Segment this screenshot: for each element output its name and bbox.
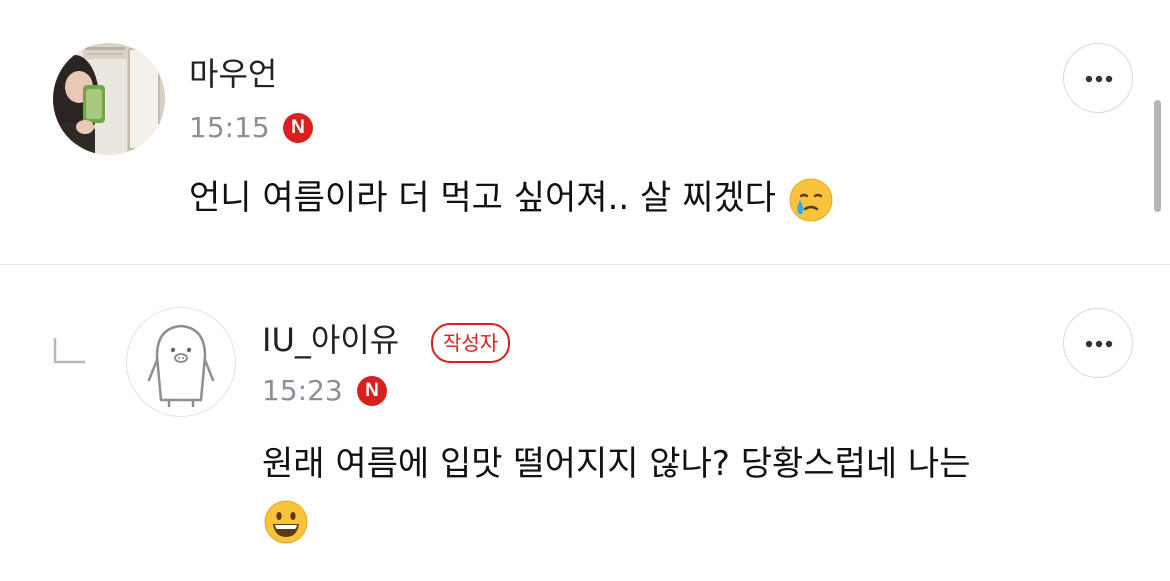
grinning-face-icon — [264, 500, 308, 543]
user-avatar[interactable] — [53, 43, 165, 155]
reply-author-name[interactable]: IU_아이유 — [262, 320, 399, 360]
author-badge: 작성자 — [431, 323, 511, 363]
comment-text: 언니 여름이라 더 먹고 싶어져.. 살 찌겠다 — [189, 170, 1089, 226]
comment-body: 언니 여름이라 더 먹고 싶어져.. 살 찌겠다 — [189, 178, 776, 218]
network-badge-icon: N — [283, 113, 313, 143]
comment-item: 마우언 15:15 N 언니 여름이라 더 먹고 싶어져.. 살 찌겠다 — [0, 0, 1170, 264]
reply-body: 원래 여름에 입맛 떨어지지 않나? 당황스럽네 나는 — [262, 444, 971, 484]
crying-face-icon — [789, 178, 833, 221]
reply-arrow-icon — [53, 338, 85, 364]
more-horizontal-icon — [1085, 75, 1113, 83]
comment-thread: 마우언 15:15 N 언니 여름이라 더 먹고 싶어져.. 살 찌겠다 IU_… — [0, 0, 1170, 581]
network-badge-icon: N — [357, 376, 387, 406]
reply-more-options-button[interactable] — [1063, 308, 1133, 378]
comment-timestamp: 15:15 — [189, 111, 270, 144]
reply-timestamp: 15:23 — [262, 374, 343, 407]
scrollbar[interactable] — [1154, 100, 1161, 212]
penguin-mascot-avatar-icon — [147, 324, 215, 408]
more-options-button[interactable] — [1063, 43, 1133, 113]
more-horizontal-icon — [1085, 340, 1113, 348]
user-photo-avatar-icon — [53, 43, 165, 155]
reply-text: 원래 여름에 입맛 떨어지지 않나? 당황스럽네 나는 — [262, 436, 1122, 548]
author-avatar[interactable] — [126, 307, 236, 417]
comment-author-name[interactable]: 마우언 — [189, 54, 277, 94]
